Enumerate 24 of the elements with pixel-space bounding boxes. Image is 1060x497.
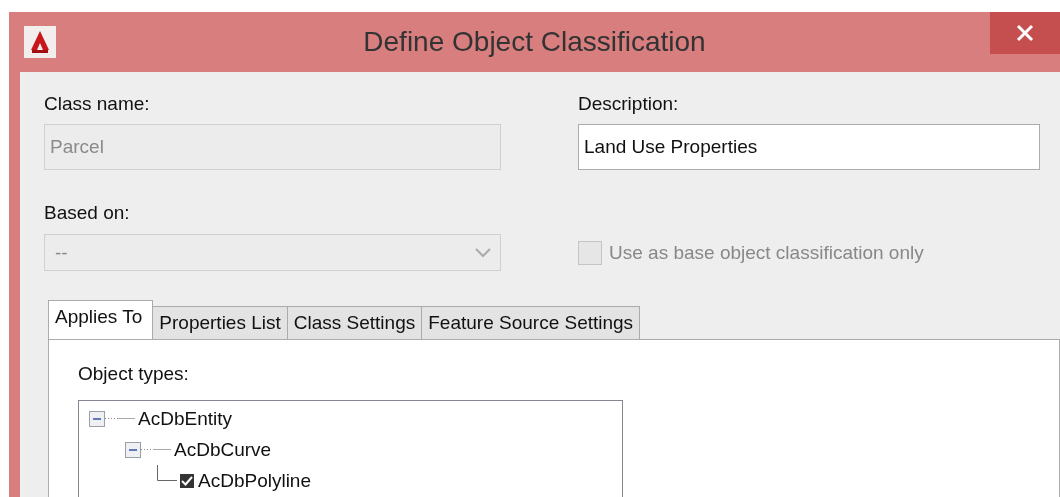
window-title: Define Object Classification: [362, 26, 707, 58]
field-label: Description:: [578, 92, 680, 116]
description-field[interactable]: Land Use Properties: [578, 124, 1040, 170]
checkbox[interactable]: [179, 472, 195, 489]
field-label: Class name:: [44, 92, 151, 116]
tab[interactable]: Feature Source Settings: [421, 306, 641, 339]
field-label: Object types:: [78, 362, 190, 386]
tree-item[interactable]: AcDbPolyline: [195, 469, 311, 492]
tree-connector-line: [157, 465, 177, 481]
tree-connector-line: [105, 418, 135, 419]
field-label: Based on:: [44, 201, 131, 225]
close-button[interactable]: [990, 12, 1060, 54]
close-icon: [1015, 23, 1035, 43]
tree-item[interactable]: AcDbCurve: [171, 438, 272, 461]
tab[interactable]: Properties List: [152, 306, 288, 339]
chevron-down-icon: [474, 246, 492, 259]
tab[interactable]: Applies To: [48, 300, 154, 339]
tree-connector-line: [141, 449, 171, 450]
collapse-icon[interactable]: [125, 441, 141, 458]
checkbox-label: Use as base object classification only: [609, 242, 924, 264]
collapse-icon[interactable]: [89, 410, 105, 427]
tab[interactable]: Class Settings: [286, 306, 423, 339]
app-icon: [24, 26, 56, 58]
tree-item[interactable]: AcDbEntity: [135, 407, 232, 430]
